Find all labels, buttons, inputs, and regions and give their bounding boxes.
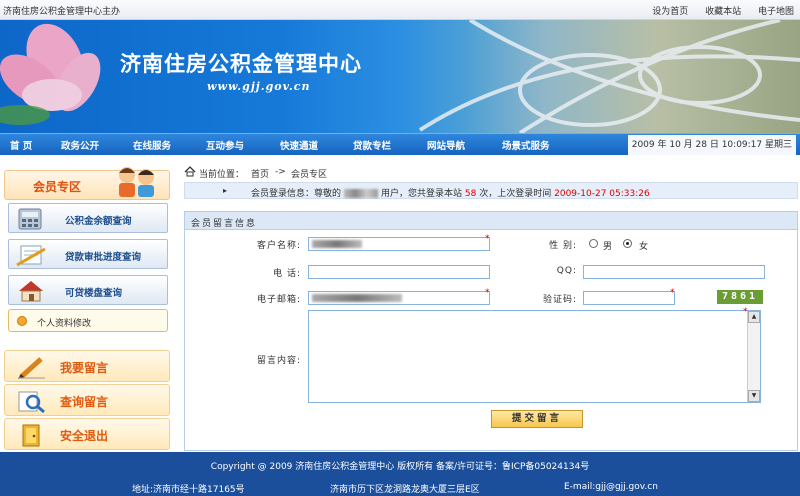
nav-item-scenario-service[interactable]: 场景式服务: [502, 138, 550, 152]
query-message-button[interactable]: 查询留言: [4, 384, 170, 416]
captcha-image[interactable]: 7861: [717, 290, 763, 304]
current-datetime: 2009 年 10 月 28 日 10:09:17 星期三: [627, 135, 796, 155]
site-title: 济南住房公积金管理中心: [120, 52, 362, 76]
breadcrumb: 当前位置： 首页 -> 会员专区: [184, 164, 798, 180]
captcha-label: 验证码:: [542, 295, 577, 305]
site-url: www.gjj.gov.cn: [207, 80, 311, 93]
captcha-required-mark: *: [670, 288, 675, 298]
safe-logout-button[interactable]: 安全退出: [4, 418, 170, 450]
nav-item-gov-affairs[interactable]: 政务公开: [61, 138, 99, 152]
gender-female-label: 女: [639, 242, 649, 252]
email-input[interactable]: [308, 291, 490, 305]
loan-progress-query-button[interactable]: 贷款审批进度查询: [8, 239, 168, 269]
kids-icon: [119, 167, 154, 197]
email-value-redacted: [312, 294, 402, 302]
breadcrumb-prefix: 当前位置：: [199, 170, 245, 180]
qq-input[interactable]: [583, 265, 765, 279]
nav-item-loan-column[interactable]: 贷款专栏: [353, 138, 391, 152]
phone-input[interactable]: [308, 265, 490, 279]
breadcrumb-current: 会员专区: [291, 170, 328, 180]
member-zone-title: 会员专区: [33, 180, 82, 194]
name-input[interactable]: [308, 237, 490, 251]
scroll-down-icon[interactable]: ▼: [748, 390, 760, 402]
message-textarea[interactable]: ▲ ▼: [308, 310, 761, 403]
safe-logout-label: 安全退出: [60, 429, 109, 443]
email-required-mark: *: [485, 288, 490, 298]
form-header-title: 会员留言信息: [191, 219, 258, 229]
interchange-image: [418, 20, 800, 133]
member-zone-header: 会员专区: [4, 167, 170, 200]
footer: Copyright @ 2009 济南住房公积金管理中心 版权所有 备案/许可证…: [0, 452, 800, 496]
gender-female-radio[interactable]: [623, 239, 632, 248]
breadcrumb-separator: ->: [275, 167, 286, 177]
balance-query-button[interactable]: 公积金余额查询: [8, 203, 168, 233]
login-info-bar: ▸ 会员登录信息：尊敬的 用户，您共登录本站 58 次，上次登录时间 2009-1…: [184, 182, 798, 199]
leave-message-label: 我要留言: [60, 361, 109, 375]
header-banner: 济南住房公积金管理中心 www.gjj.gov.cn: [0, 20, 800, 133]
copyright-text: Copyright @ 2009 济南住房公积金管理中心 版权所有 备案/许可证…: [210, 462, 590, 472]
e-map-link[interactable]: 电子地图: [758, 7, 794, 17]
textarea-scrollbar[interactable]: ▲ ▼: [747, 311, 760, 402]
message-label: 留言内容:: [256, 356, 301, 366]
username-redacted: [344, 189, 379, 198]
set-homepage-link[interactable]: 设为首页: [652, 7, 688, 17]
loanable-property-query-button[interactable]: 可贷楼盘查询: [8, 275, 168, 305]
calculator-icon: [18, 208, 42, 230]
login-count: 58: [464, 189, 477, 199]
loan-progress-query-label: 贷款审批进度查询: [65, 252, 142, 263]
gender-label: 性 别:: [549, 241, 577, 251]
message-required-mark: *: [743, 307, 748, 317]
scroll-up-icon[interactable]: ▲: [748, 311, 760, 323]
login-info-mid: 用户，您共登录本站: [381, 189, 463, 199]
email-link[interactable]: E-mail:gjj@gjj.gov.cn: [564, 482, 658, 492]
nav-item-interaction[interactable]: 互动参与: [206, 138, 244, 152]
nav-item-online-service[interactable]: 在线服务: [133, 138, 171, 152]
loanable-property-query-label: 可贷楼盘查询: [65, 288, 123, 299]
email-label: 电子邮箱:: [256, 295, 301, 305]
bookmark-link[interactable]: 收藏本站: [705, 7, 741, 17]
login-info-prefix: 会员登录信息：尊敬的: [251, 189, 342, 199]
name-label: 客户名称:: [256, 241, 301, 251]
pencil-icon: [18, 357, 45, 379]
sidebar: 会员专区 公积金余额查询 贷款审批进度查询 可贷楼盘查询 个人资料修改 我要留言…: [0, 160, 174, 452]
profile-edit-label: 个人资料修改: [37, 319, 92, 329]
balance-query-label: 公积金余额查询: [65, 216, 132, 227]
gender-male-label: 男: [603, 242, 613, 252]
host-text: 济南住房公积金管理中心主办: [3, 7, 121, 17]
login-info-mid2: 次，上次登录时间: [479, 189, 552, 199]
main-nav: 首 页 政务公开 在线服务 互动参与 快速通道 贷款专栏 网站导航 场景式服务 …: [0, 133, 800, 155]
house-icon: [19, 281, 43, 302]
bullet-icon: [17, 316, 27, 326]
address-line-2: 济南市历下区龙洞路龙奥大厦三层E区: [330, 485, 480, 495]
submit-message-button[interactable]: 提交留言: [491, 410, 583, 428]
qq-label: QQ:: [556, 266, 577, 276]
nav-item-site-nav[interactable]: 网站导航: [427, 138, 465, 152]
arrow-icon: ▸: [223, 186, 228, 195]
breadcrumb-home-link[interactable]: 首页: [251, 167, 269, 180]
profile-edit-button[interactable]: 个人资料修改: [8, 309, 168, 332]
document-pen-icon: [16, 245, 46, 267]
name-value-redacted: [312, 240, 362, 248]
nav-item-quick-access[interactable]: 快速通道: [280, 138, 318, 152]
top-bar: 济南住房公积金管理中心主办 设为首页 收藏本站 电子地图: [0, 0, 800, 20]
top-links: 设为首页 收藏本站 电子地图: [638, 4, 794, 17]
last-login-time: 2009-10-27 05:33:26: [554, 189, 650, 199]
home-icon: [184, 166, 196, 177]
lotus-image: [0, 23, 101, 125]
magnifier-icon: [18, 391, 45, 413]
phone-label: 电 话:: [273, 269, 301, 279]
gender-male-radio[interactable]: [589, 239, 598, 248]
exit-door-icon: [22, 424, 40, 447]
form-header: 会员留言信息: [185, 212, 797, 230]
nav-item-home[interactable]: 首 页: [10, 138, 32, 152]
query-message-label: 查询留言: [60, 395, 109, 409]
captcha-input[interactable]: [583, 291, 675, 305]
address-line-1: 地址:济南市经十路17165号: [132, 485, 245, 495]
login-info-text: 会员登录信息：尊敬的 用户，您共登录本站 58 次，上次登录时间 2009-10-…: [251, 186, 650, 199]
message-form: 会员留言信息 客户名称: * 性 别: 男 女 电 话: QQ: 电子邮箱: *…: [184, 211, 798, 451]
name-required-mark: *: [485, 234, 490, 244]
leave-message-button[interactable]: 我要留言: [4, 350, 170, 382]
